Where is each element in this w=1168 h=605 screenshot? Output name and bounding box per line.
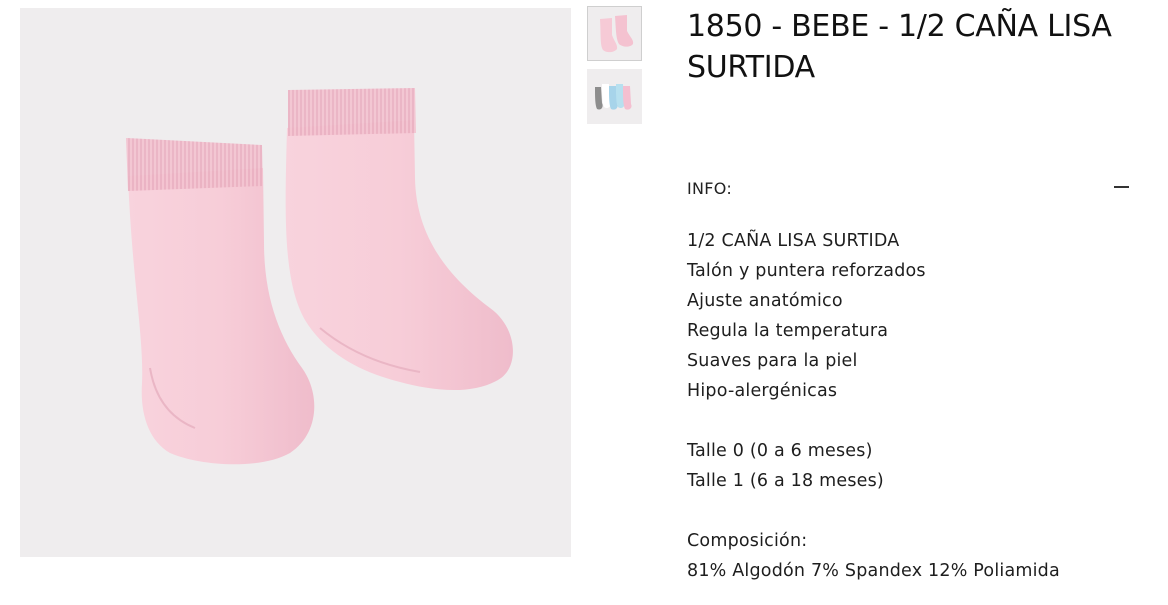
feature-line: Ajuste anatómico	[687, 291, 843, 311]
product-description: 1/2 CAÑA LISA SURTIDA Talón y puntera re…	[687, 226, 1157, 586]
size-line: Talle 0 (0 a 6 meses)	[687, 441, 873, 461]
pink-socks-photo-icon	[126, 88, 513, 465]
product-title-line-1: 1850 - BEBE - 1/2 CAÑA LISA	[687, 9, 1112, 44]
product-main-image[interactable]	[20, 8, 571, 557]
thumbnail-assorted-socks[interactable]	[587, 69, 642, 124]
thumbnail-pink-socks[interactable]	[587, 6, 642, 61]
product-title: 1850 - BEBE - 1/2 CAÑA LISA SURTIDA	[687, 6, 1147, 88]
feature-line: Regula la temperatura	[687, 321, 889, 341]
composition-value: 81% Algodón 7% Spandex 12% Poliamida	[687, 561, 1060, 581]
feature-line: Talón y puntera reforzados	[687, 261, 926, 281]
pink-socks-thumbnail-icon	[600, 15, 634, 53]
info-label: INFO:	[687, 179, 733, 198]
minus-icon[interactable]	[1114, 186, 1129, 188]
feature-line: Hipo-alergénicas	[687, 381, 838, 401]
feature-line: Suaves para la piel	[687, 351, 858, 371]
feature-line: 1/2 CAÑA LISA SURTIDA	[687, 231, 900, 251]
composition-label: Composición:	[687, 531, 808, 551]
info-accordion-toggle[interactable]: INFO:	[687, 177, 1129, 203]
size-line: Talle 1 (6 a 18 meses)	[687, 471, 884, 491]
assorted-color-socks-thumbnail-icon	[595, 84, 632, 110]
product-title-line-2: SURTIDA	[687, 50, 815, 85]
